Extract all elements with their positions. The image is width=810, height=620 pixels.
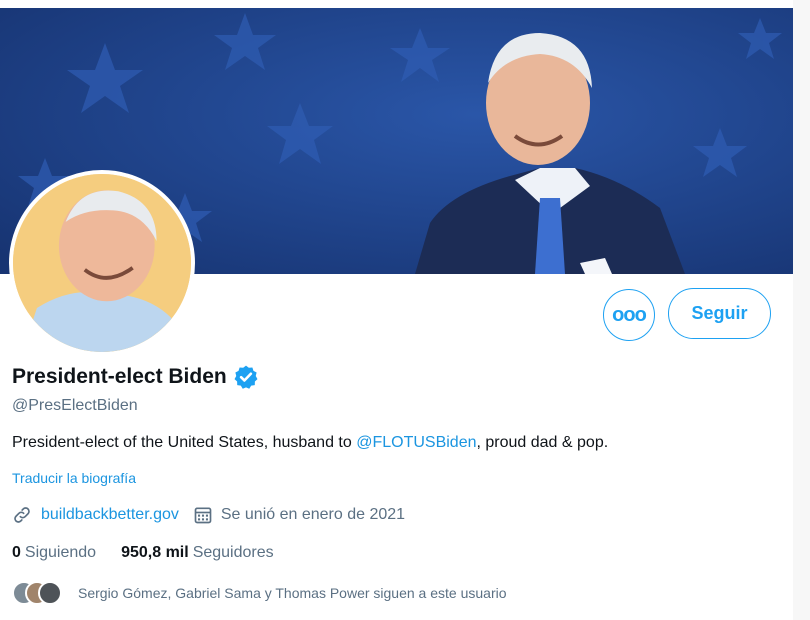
follow-button[interactable]: Seguir: [668, 288, 771, 339]
join-date: Se unió en enero de 2021: [220, 506, 406, 523]
known-followers[interactable]: Sergio Gómez, Gabriel Sama y Thomas Powe…: [12, 581, 507, 605]
bio-text-start: President-elect of the United States, hu…: [12, 434, 357, 451]
profile-page: ooo Seguir President-elect Biden @PresEl…: [0, 0, 810, 620]
avatar-image: [13, 174, 191, 352]
profile-name: President-elect Biden: [12, 365, 227, 388]
following-count[interactable]: 0: [12, 544, 21, 562]
verified-badge-icon: [234, 365, 258, 389]
website-link[interactable]: buildbackbetter.gov: [41, 506, 179, 524]
translate-bio-link[interactable]: Traducir la biografía: [12, 470, 136, 486]
profile-handle: @PresElectBiden: [12, 397, 138, 414]
bio-mention-link[interactable]: @FLOTUSBiden: [356, 434, 476, 451]
known-followers-avatars: [12, 581, 64, 605]
avatar: [38, 581, 62, 605]
more-options-button[interactable]: ooo: [603, 289, 655, 341]
bio-text-end: , proud dad & pop.: [476, 434, 609, 451]
profile-bio: President-elect of the United States, hu…: [12, 434, 608, 452]
follow-stats: 0 Siguiendo 950,8 mil Seguidores: [12, 544, 274, 562]
followers-label[interactable]: Seguidores: [193, 544, 274, 562]
link-icon: [14, 507, 30, 523]
known-followers-text: Sergio Gómez, Gabriel Sama y Thomas Powe…: [78, 585, 507, 601]
more-options-icon: ooo: [612, 304, 647, 326]
page-scroll-gutter: [793, 0, 810, 620]
profile-name-row: President-elect Biden: [12, 364, 259, 390]
calendar-icon: [194, 507, 212, 524]
followers-count[interactable]: 950,8 mil: [121, 544, 189, 562]
following-label[interactable]: Siguiendo: [25, 544, 96, 562]
profile-meta: buildbackbetter.gov Se unió en enero de …: [12, 505, 405, 525]
profile-avatar[interactable]: [9, 170, 195, 356]
